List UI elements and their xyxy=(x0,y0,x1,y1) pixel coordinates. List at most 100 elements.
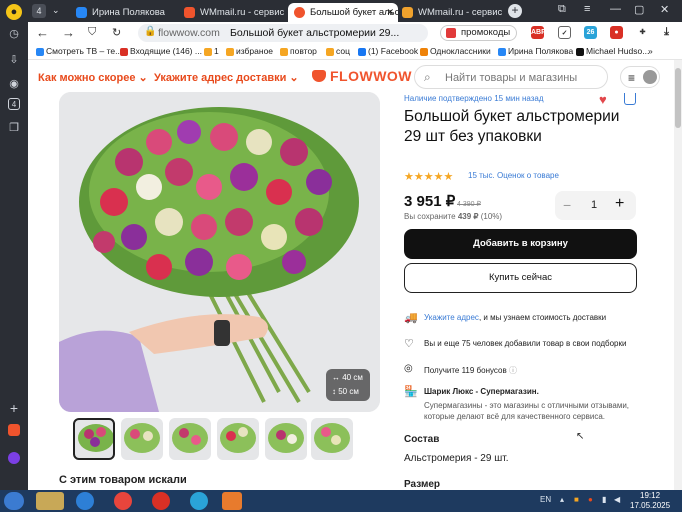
page-scrollbar[interactable] xyxy=(674,60,682,490)
old-price: 4 390 ₽ xyxy=(457,201,481,208)
explorer-taskbar-icon[interactable] xyxy=(36,492,64,510)
adblock-icon[interactable]: ABP xyxy=(531,26,546,39)
network-icon[interactable]: ▮ xyxy=(602,495,606,504)
close-tab-icon[interactable]: ✕ xyxy=(386,3,394,22)
extensions-puzzle-icon[interactable]: ✚ xyxy=(636,26,649,39)
telegram-taskbar-icon[interactable] xyxy=(190,492,208,510)
thumbnail[interactable] xyxy=(121,418,163,460)
mail-app-icon[interactable] xyxy=(8,424,20,436)
thumbnail-image xyxy=(314,423,350,453)
bookmark-item[interactable]: Одноклассники xyxy=(420,46,491,56)
reload-icon[interactable]: ↻ xyxy=(112,26,121,39)
bookmark-item[interactable]: повтор xyxy=(280,46,317,56)
bookmark-item[interactable]: Michael Hudso... xyxy=(576,46,649,56)
thumbnail[interactable] xyxy=(217,418,259,460)
bookmark-item[interactable]: соц xyxy=(326,46,350,56)
folder-icon xyxy=(204,48,212,56)
tab-counter-button[interactable]: 4 xyxy=(32,4,46,18)
flowwow-logo[interactable]: FLOWWOW xyxy=(312,68,412,84)
shield-extension-icon[interactable]: ✓ xyxy=(558,26,571,39)
user-menu-button[interactable]: ≡ xyxy=(620,66,660,88)
bookmark-item[interactable]: 1 xyxy=(204,46,219,56)
scrollbar-thumb[interactable] xyxy=(675,68,681,128)
thumbnail[interactable] xyxy=(73,418,115,460)
bookmark-item[interactable]: Смотреть ТВ – те... xyxy=(36,46,122,56)
minimize-icon[interactable]: — xyxy=(610,3,621,15)
language-indicator[interactable]: EN xyxy=(540,495,551,504)
bookmark-item[interactable]: Ирина Полякова xyxy=(498,46,573,56)
buy-now-button[interactable]: Купить сейчас xyxy=(404,263,637,293)
tab-wmmail-1[interactable]: WMmail.ru - сервис по xyxy=(178,3,284,22)
add-to-cart-button[interactable]: Добавить в корзину xyxy=(404,229,637,259)
download-icon[interactable]: ⤓ xyxy=(660,26,673,39)
promo-icon xyxy=(446,28,456,38)
tab-wmmail-2[interactable]: WMmail.ru - сервис по xyxy=(396,3,502,22)
tab-count-icon[interactable]: 4 xyxy=(8,98,20,110)
media-player-taskbar-icon[interactable] xyxy=(222,492,242,510)
decrease-quantity-button[interactable]: − xyxy=(563,197,571,213)
heart-outline-icon: ♡ xyxy=(404,338,414,350)
protect-icon[interactable]: ⛉ xyxy=(88,26,96,39)
quantity-value: 1 xyxy=(591,199,598,211)
thumbnail[interactable] xyxy=(311,418,353,460)
alice-icon[interactable] xyxy=(8,452,20,464)
delivery-time-selector[interactable]: Как можно скорее ⌄ xyxy=(38,71,148,84)
browser-logo-icon[interactable]: ● xyxy=(6,4,22,20)
weather-extension-icon[interactable]: 26 xyxy=(584,26,597,39)
bookmark-item[interactable]: избраное xyxy=(226,46,273,56)
share-icon[interactable] xyxy=(624,93,636,105)
product-photo[interactable] xyxy=(59,92,380,412)
volume-icon[interactable]: ◀ xyxy=(614,495,620,504)
new-tab-button[interactable]: + xyxy=(508,4,522,18)
browser-sidebar: ● ◷ ⇩ ◉ 4 ❐ + xyxy=(0,0,28,490)
search-icon: ⌕ xyxy=(424,70,431,84)
tray-arrow-icon[interactable]: ▴ xyxy=(560,495,564,504)
delivery-address-link[interactable]: Укажите адрес xyxy=(424,313,479,322)
thumbnail[interactable] xyxy=(169,418,211,460)
reviews-link[interactable]: 15 тыс. Оценок о товаре xyxy=(468,171,559,180)
height-value: 50 см xyxy=(338,387,359,396)
tray-app-icon[interactable]: ● xyxy=(588,495,593,504)
add-panel-icon[interactable]: + xyxy=(6,400,22,416)
shop-icon: 🏪 xyxy=(404,386,418,398)
camera-icon[interactable]: ◉ xyxy=(6,76,22,92)
search-input[interactable]: ⌕ Найти товары и магазины xyxy=(414,65,608,89)
bookmarks-bar: Смотреть ТВ – те... Входящие (146) ... 1… xyxy=(28,44,682,60)
url-field[interactable]: 🔒 flowwow.com Большой букет альстромерии… xyxy=(138,24,428,42)
collections-icon[interactable]: ❐ xyxy=(6,120,22,136)
chevron-down-icon[interactable]: ⌄ xyxy=(52,5,60,16)
start-button[interactable] xyxy=(4,492,24,510)
forward-icon[interactable]: → xyxy=(62,25,75,40)
thumbnail[interactable] xyxy=(265,418,307,460)
increase-quantity-button[interactable]: + xyxy=(615,195,624,213)
extension-red-icon[interactable]: ● xyxy=(610,26,623,39)
delivery-address-label: Укажите адрес доставки xyxy=(154,72,287,84)
tray-folder-icon[interactable]: ■ xyxy=(574,495,579,504)
bookmark-manager-icon[interactable]: ⧉ xyxy=(558,3,566,16)
promo-codes-button[interactable]: промокоды xyxy=(440,25,518,41)
info-icon[interactable]: ⓘ xyxy=(509,366,517,375)
logo-text: FLOWWOW xyxy=(330,68,413,84)
ie-taskbar-icon[interactable] xyxy=(76,492,94,510)
tv-icon xyxy=(36,48,44,56)
close-window-icon[interactable]: ✕ xyxy=(660,3,669,16)
history-icon[interactable]: ◷ xyxy=(6,26,22,42)
bookmark-item[interactable]: (1) Facebook xyxy=(358,46,418,56)
favorite-heart-icon[interactable]: ♥ xyxy=(599,92,607,107)
mouse-cursor-icon: ↖ xyxy=(576,431,585,442)
back-icon[interactable]: ← xyxy=(36,25,49,40)
delivery-address-selector[interactable]: Укажите адрес доставки ⌄ xyxy=(154,71,299,84)
url-page-title: Большой букет альстромерии 29... xyxy=(230,27,400,39)
shop-name[interactable]: Шарик Люкс - Супермагазин. xyxy=(424,387,539,396)
chrome-taskbar-icon[interactable] xyxy=(114,492,132,510)
menu-icon[interactable]: ≡ xyxy=(584,3,590,15)
downloads-icon[interactable]: ⇩ xyxy=(6,52,22,68)
bookmark-more-icon[interactable]: » xyxy=(648,46,653,56)
bookmark-label: Одноклассники xyxy=(430,46,491,56)
yandex-taskbar-icon[interactable] xyxy=(152,492,170,510)
tab-flowwow[interactable]: Большой букет альс ✕ xyxy=(288,3,398,22)
system-clock[interactable]: 19:12 17.05.2025 xyxy=(630,491,670,511)
bookmark-item[interactable]: Входящие (146) ... xyxy=(120,46,202,56)
bonus-coin-icon: ◎ xyxy=(404,363,413,374)
maximize-icon[interactable]: ▢ xyxy=(634,3,644,16)
